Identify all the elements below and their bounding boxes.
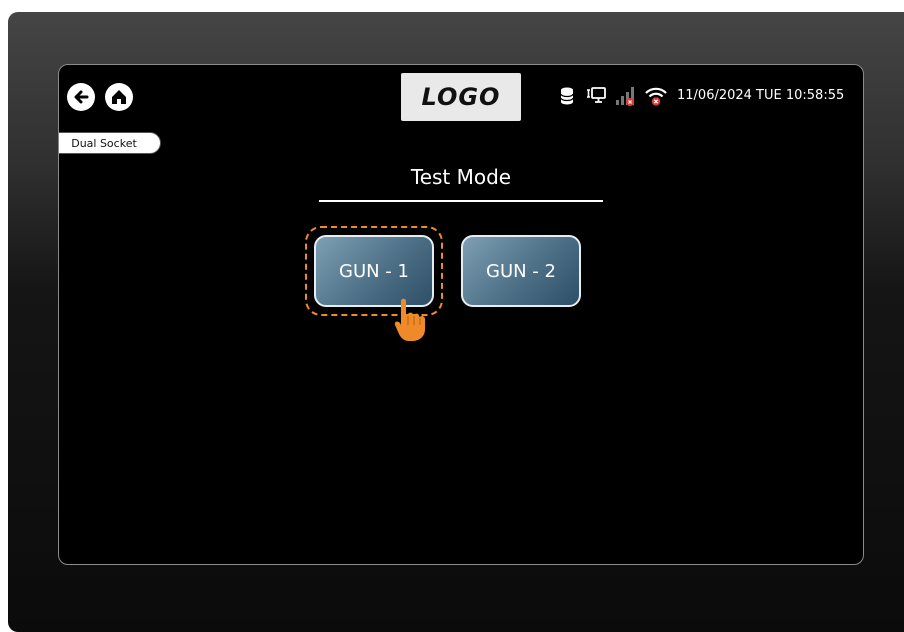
network-icon <box>587 87 606 103</box>
mode-tag-label: Dual Socket <box>71 136 137 150</box>
signal-icon <box>616 87 634 106</box>
wifi-icon <box>645 87 667 106</box>
gun-1-label: GUN - 1 <box>339 260 409 282</box>
gun-2-label: GUN - 2 <box>486 260 556 282</box>
home-button[interactable] <box>105 83 133 111</box>
page-title: Test Mode <box>410 165 512 189</box>
database-icon <box>560 87 574 105</box>
hand-pointer-icon <box>394 298 425 341</box>
datetime: 11/06/2024 TUE 10:58:55 <box>677 88 845 103</box>
title-divider <box>319 200 603 202</box>
home-icon <box>112 90 126 104</box>
mode-tag: Dual Socket <box>59 132 161 154</box>
back-button[interactable] <box>67 83 95 111</box>
gun-2-button[interactable]: GUN - 2 <box>461 235 581 307</box>
screen: LOGO 11/06/2024 TUE 10:58:55 Dual Socket… <box>58 64 864 565</box>
logo: LOGO <box>401 73 521 121</box>
logo-text: LOGO <box>421 83 501 111</box>
back-icon <box>74 90 89 104</box>
